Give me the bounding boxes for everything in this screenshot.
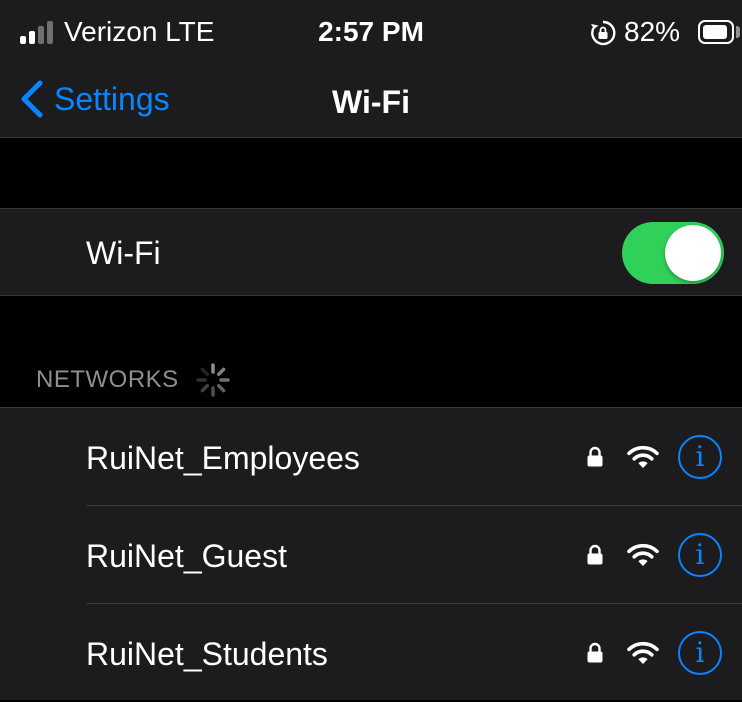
wifi-toggle[interactable] (622, 222, 724, 284)
info-button[interactable]: i (678, 631, 722, 675)
network-name: RuiNet_Guest (86, 538, 287, 574)
network-item[interactable]: RuiNet_Students i (0, 604, 742, 702)
network-name: RuiNet_Students (86, 636, 328, 672)
wifi-toggle-row: Wi-Fi (0, 208, 742, 296)
battery-icon (698, 20, 734, 44)
network-item[interactable]: RuiNet_Guest i (0, 506, 742, 604)
navigation-bar: Settings Wi-Fi (0, 64, 742, 138)
lock-icon (587, 642, 603, 663)
network-list: RuiNet_Employees i RuiNet_Guest i RuiNet… (0, 407, 742, 700)
network-item[interactable]: RuiNet_Employees i (0, 408, 742, 506)
network-name: RuiNet_Employees (86, 440, 360, 476)
toggle-knob (665, 225, 721, 281)
status-bar: Verizon LTE 2:57 PM 82% (0, 0, 742, 64)
loading-spinner-icon (195, 363, 230, 397)
wifi-icon (627, 543, 659, 566)
page-title: Wi-Fi (332, 84, 410, 120)
lock-icon (587, 544, 603, 565)
wifi-label: Wi-Fi (86, 235, 161, 271)
info-button[interactable]: i (678, 435, 722, 479)
info-button[interactable]: i (678, 533, 722, 577)
networks-section-header: NETWORKS (36, 360, 233, 400)
orientation-lock-icon (591, 20, 616, 46)
battery-percent: 82% (624, 16, 681, 47)
lock-icon (587, 446, 603, 467)
wifi-icon (627, 641, 659, 664)
networks-header-label: NETWORKS (36, 366, 179, 393)
battery-tip (736, 26, 740, 38)
wifi-icon (627, 445, 659, 468)
